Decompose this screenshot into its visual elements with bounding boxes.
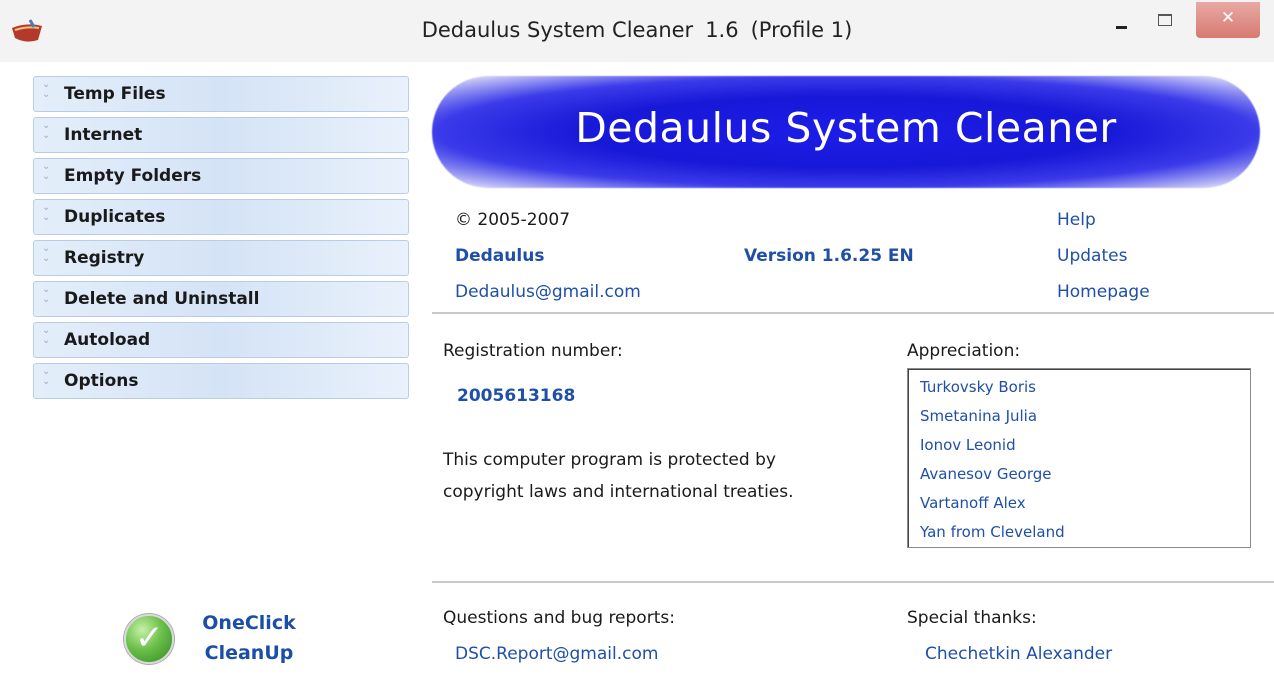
window-title: Dedaulus System Cleaner 1.6 (Profile 1) bbox=[0, 18, 1274, 42]
chevron-down-icon: ⌄ ⌄ bbox=[42, 161, 51, 182]
chevron-down-icon: ⌄ ⌄ bbox=[42, 243, 51, 264]
updates-link[interactable]: Updates bbox=[1057, 246, 1127, 266]
list-item: Ionov Leonid bbox=[920, 436, 1016, 454]
sidebar-item-internet[interactable]: ⌄ ⌄ Internet bbox=[33, 117, 409, 153]
sidebar-item-label: Temp Files bbox=[64, 84, 166, 104]
chevron-down-icon: ⌄ ⌄ bbox=[42, 120, 51, 141]
title-bar: Dedaulus System Cleaner 1.6 (Profile 1) bbox=[0, 0, 1274, 63]
sidebar-item-empty-folders[interactable]: ⌄ ⌄ Empty Folders bbox=[33, 158, 409, 194]
chevron-down-icon: ⌄ ⌄ bbox=[42, 325, 51, 346]
sidebar-item-label: Delete and Uninstall bbox=[64, 289, 260, 309]
close-button[interactable] bbox=[1196, 2, 1260, 38]
oneclick-cleanup-button[interactable]: OneClick CleanUp bbox=[124, 608, 324, 678]
homepage-link[interactable]: Homepage bbox=[1057, 282, 1150, 302]
sidebar-nav: ⌄ ⌄ Temp Files ⌄ ⌄ Internet ⌄ ⌄ Empty Folde… bbox=[33, 76, 409, 404]
copyright-text: © 2005-2007 bbox=[455, 210, 571, 230]
help-link[interactable]: Help bbox=[1057, 210, 1096, 230]
author-email-link[interactable]: Dedaulus@gmail.com bbox=[455, 282, 641, 302]
sidebar-item-delete-and-uninstall[interactable]: ⌄ ⌄ Delete and Uninstall bbox=[33, 281, 409, 317]
oneclick-label-line2: CleanUp bbox=[204, 642, 294, 664]
checkmark-icon bbox=[124, 614, 174, 664]
list-item: Yan from Cleveland bbox=[920, 523, 1065, 541]
sidebar-item-label: Autoload bbox=[64, 330, 151, 350]
chevron-down-icon: ⌄ ⌄ bbox=[42, 79, 51, 100]
special-thanks-label: Special thanks: bbox=[907, 608, 1037, 628]
special-thanks-name: Chechetkin Alexander bbox=[925, 644, 1113, 664]
appreciation-list[interactable]: Turkovsky Boris Smetanina Julia Ionov Le… bbox=[907, 368, 1251, 548]
registration-number: 2005613168 bbox=[457, 386, 576, 406]
oneclick-label-line1: OneClick bbox=[202, 612, 296, 634]
sidebar-item-label: Registry bbox=[64, 248, 145, 268]
sidebar-item-duplicates[interactable]: ⌄ ⌄ Duplicates bbox=[33, 199, 409, 235]
maximize-button[interactable] bbox=[1146, 4, 1186, 38]
banner-title: Dedaulus System Cleaner bbox=[575, 104, 1117, 152]
window-title-version: 1.6 bbox=[705, 18, 739, 42]
sidebar-item-label: Empty Folders bbox=[64, 166, 202, 186]
chevron-down-icon: ⌄ ⌄ bbox=[42, 284, 51, 305]
list-item: Turkovsky Boris bbox=[920, 378, 1036, 396]
chevron-down-icon: ⌄ ⌄ bbox=[42, 366, 51, 387]
bug-reports-label: Questions and bug reports: bbox=[443, 608, 675, 628]
minimize-button[interactable] bbox=[1104, 4, 1144, 38]
registration-label: Registration number: bbox=[443, 341, 623, 361]
main-window: ⌄ ⌄ Temp Files ⌄ ⌄ Internet ⌄ ⌄ Empty Folde… bbox=[0, 62, 1274, 687]
protection-text: This computer program is protected by co… bbox=[443, 450, 794, 502]
oneclick-label: OneClick CleanUp bbox=[194, 608, 304, 668]
divider-top bbox=[432, 312, 1274, 314]
window-title-profile: (Profile 1) bbox=[750, 18, 853, 42]
sidebar-item-label: Internet bbox=[64, 125, 143, 145]
appreciation-label: Appreciation: bbox=[907, 341, 1021, 361]
divider-bottom bbox=[432, 581, 1274, 583]
sidebar-item-options[interactable]: ⌄ ⌄ Options bbox=[33, 363, 409, 399]
chevron-down-icon: ⌄ ⌄ bbox=[42, 202, 51, 223]
sidebar-item-temp-files[interactable]: ⌄ ⌄ Temp Files bbox=[33, 76, 409, 112]
author-link[interactable]: Dedaulus bbox=[455, 246, 544, 266]
sidebar-item-registry[interactable]: ⌄ ⌄ Registry bbox=[33, 240, 409, 276]
sidebar-item-label: Options bbox=[64, 371, 139, 391]
list-item: Smetanina Julia bbox=[920, 407, 1038, 425]
bug-report-email-link[interactable]: DSC.Report@gmail.com bbox=[455, 644, 658, 664]
list-item: Vartanoff Alex bbox=[920, 494, 1026, 512]
sidebar-item-autoload[interactable]: ⌄ ⌄ Autoload bbox=[33, 322, 409, 358]
sidebar-item-label: Duplicates bbox=[64, 207, 166, 227]
version-text: Version 1.6.25 EN bbox=[744, 246, 914, 266]
list-item: Avanesov George bbox=[920, 465, 1052, 483]
window-title-name: Dedaulus System Cleaner bbox=[421, 18, 694, 42]
